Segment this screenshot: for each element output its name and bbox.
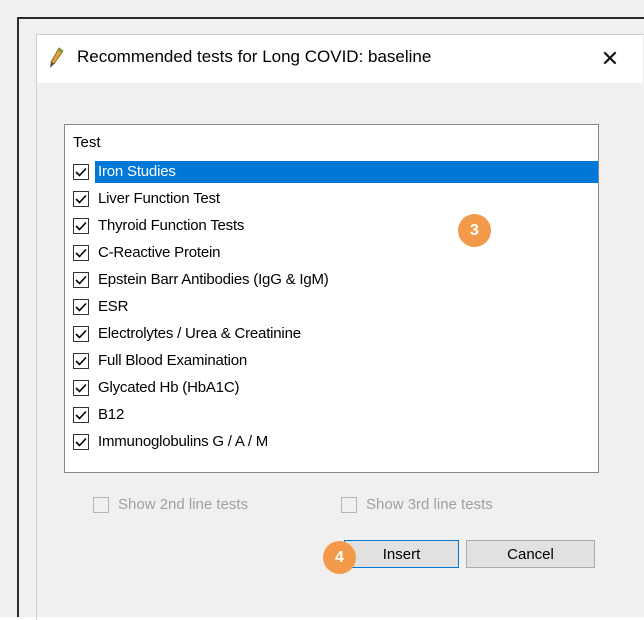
dialog-title: Recommended tests for Long COVID: baseli…	[77, 47, 432, 66]
checkmark-icon	[75, 275, 87, 285]
item-checkbox[interactable]	[73, 352, 89, 369]
item-checkbox[interactable]	[73, 271, 89, 288]
item-checkbox[interactable]	[73, 217, 89, 234]
list-item[interactable]: Electrolytes / Urea & Creatinine	[72, 320, 598, 347]
dialog-client-area: Test Iron Studies Liver Function Test Thyr…	[37, 83, 643, 617]
item-label: Epstein Barr Antibodies (IgG & IgM)	[98, 270, 329, 288]
list-item[interactable]: Immunoglobulins G / A / M	[72, 428, 598, 455]
list-item[interactable]: Thyroid Function Tests	[72, 212, 598, 239]
list-item[interactable]: Full Blood Examination	[72, 347, 598, 374]
item-checkbox[interactable]	[73, 163, 89, 180]
checkmark-icon	[75, 410, 87, 420]
item-label: Electrolytes / Urea & Creatinine	[98, 324, 301, 342]
item-label: Full Blood Examination	[98, 351, 248, 369]
checkmark-icon	[75, 437, 87, 447]
checkmark-icon	[75, 383, 87, 393]
title-bar[interactable]: Recommended tests for Long COVID: baseli…	[37, 35, 643, 83]
tests-listbox[interactable]: Test Iron Studies Liver Function Test Thyr…	[64, 124, 599, 473]
item-label: Iron Studies	[95, 160, 598, 183]
show-3rd-line-tests-checkbox[interactable]: Show 3rd line tests	[341, 496, 493, 513]
show-3rd-line-tests-label: Show 3rd line tests	[366, 496, 493, 513]
list-item[interactable]: Epstein Barr Antibodies (IgG & IgM)	[72, 266, 598, 293]
list-item[interactable]: Liver Function Test	[72, 185, 598, 212]
list-item[interactable]: ESR	[72, 293, 598, 320]
item-checkbox[interactable]	[73, 244, 89, 261]
list-item[interactable]: C-Reactive Protein	[72, 239, 598, 266]
checkmark-icon	[75, 302, 87, 312]
item-checkbox[interactable]	[73, 379, 89, 396]
show-2nd-line-tests-label: Show 2nd line tests	[118, 496, 249, 513]
item-label: Liver Function Test	[98, 189, 220, 207]
close-button[interactable]: ✕	[594, 43, 626, 75]
item-label: C-Reactive Protein	[98, 243, 221, 261]
checkbox-box	[341, 496, 357, 513]
item-checkbox[interactable]	[73, 190, 89, 207]
recommended-tests-dialog: Recommended tests for Long COVID: baseli…	[19, 19, 644, 620]
list-item[interactable]: B12	[72, 401, 598, 428]
checkmark-icon	[75, 248, 87, 258]
frame-top-edge	[17, 0, 644, 19]
item-checkbox[interactable]	[73, 325, 89, 342]
item-label: ESR	[98, 297, 129, 315]
item-label: Immunoglobulins G / A / M	[98, 432, 269, 450]
item-label: Glycated Hb (HbA1C)	[98, 378, 240, 396]
item-label: B12	[98, 405, 125, 423]
pen-nib-icon	[48, 47, 64, 69]
step-badge-4: 4	[323, 541, 356, 574]
cancel-button[interactable]: Cancel	[466, 540, 595, 568]
insert-button[interactable]: Insert	[344, 540, 459, 568]
frame-left-edge	[0, 0, 19, 617]
list-column-header: Test	[73, 134, 101, 151]
step-badge-3: 3	[458, 214, 491, 247]
checkmark-icon	[75, 221, 87, 231]
checkmark-icon	[75, 329, 87, 339]
tests-list: Iron Studies Liver Function Test Thyroid F…	[72, 158, 598, 455]
checkbox-box	[93, 496, 109, 513]
item-checkbox[interactable]	[73, 406, 89, 423]
list-item[interactable]: Glycated Hb (HbA1C)	[72, 374, 598, 401]
checkmark-icon	[75, 356, 87, 366]
show-2nd-line-tests-checkbox[interactable]: Show 2nd line tests	[93, 496, 248, 513]
close-icon: ✕	[600, 46, 620, 72]
item-label: Thyroid Function Tests	[98, 216, 245, 234]
item-checkbox[interactable]	[73, 298, 89, 315]
checkmark-icon	[75, 167, 87, 177]
item-checkbox[interactable]	[73, 433, 89, 450]
checkmark-icon	[75, 194, 87, 204]
list-item[interactable]: Iron Studies	[72, 158, 598, 185]
